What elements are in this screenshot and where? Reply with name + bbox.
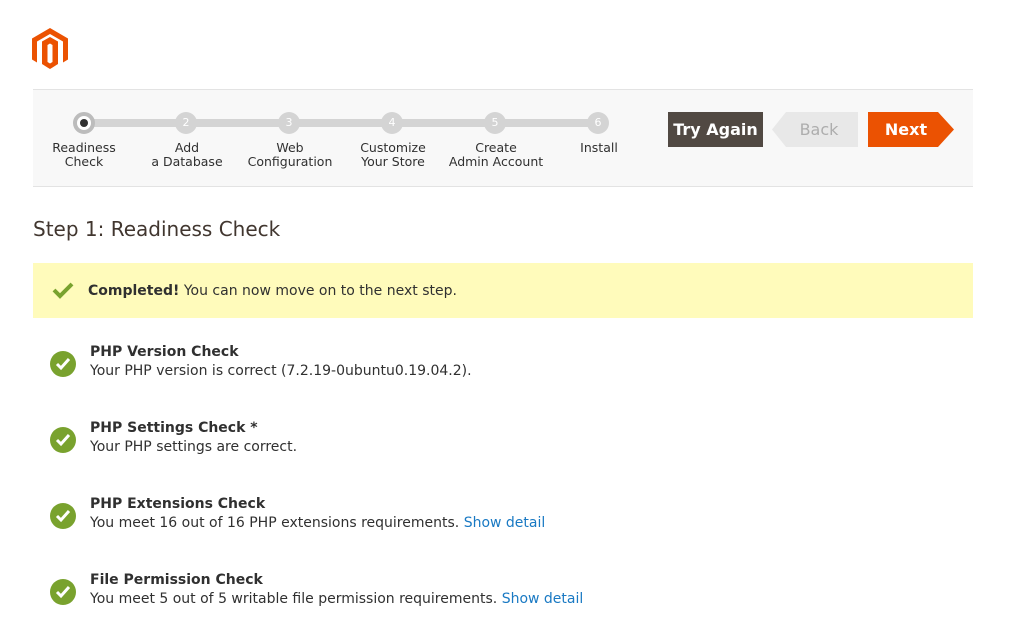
check-title: File Permission Check [90,572,263,588]
step-2-indicator: 2 [175,112,197,134]
check-desc-text: Your PHP settings are correct. [90,439,298,455]
success-check-icon [50,503,76,529]
success-check-icon [50,579,76,605]
step-label-install: Install [580,140,618,155]
step-label-customize: Customize Your Store [360,140,426,169]
step-1-indicator [73,112,95,134]
check-php-settings: PHP Settings Check * Your PHP settings a… [50,420,950,471]
check-description: Your PHP settings are correct. [90,438,297,456]
check-title: PHP Settings Check * [90,420,258,436]
step-label-readiness: Readiness Check [52,140,116,169]
success-check-icon [50,351,76,377]
banner-text: You can now move on to the next step. [179,283,457,299]
step-5-indicator: 5 [484,112,506,134]
check-title: PHP Extensions Check [90,496,266,512]
check-php-extensions: PHP Extensions Check You meet 16 out of … [50,496,950,547]
page-title: Step 1: Readiness Check [33,217,281,241]
step-label-database: Add a Database [151,140,223,169]
check-title: PHP Version Check [90,344,239,360]
step-3-indicator: 3 [278,112,300,134]
try-again-button[interactable]: Try Again [668,112,763,147]
step-4-indicator: 4 [381,112,403,134]
check-description: You meet 5 out of 5 writable file permis… [90,590,583,608]
magento-logo [32,28,68,69]
check-file-permission: File Permission Check You meet 5 out of … [50,572,950,623]
check-description: You meet 16 out of 16 PHP extensions req… [90,514,545,532]
success-check-icon [50,427,76,453]
step-label-web-config: Web Configuration [247,140,333,169]
show-detail-link[interactable]: Show detail [502,591,584,607]
step-label-admin: Create Admin Account [448,140,544,169]
progress-track [84,119,599,127]
check-desc-text: Your PHP version is correct (7.2.19-0ubu… [90,363,472,379]
show-detail-link[interactable]: Show detail [464,515,546,531]
check-description: Your PHP version is correct (7.2.19-0ubu… [90,362,472,380]
checkmark-icon [52,282,74,299]
banner-strong: Completed! [88,283,180,299]
check-php-version: PHP Version Check Your PHP version is co… [50,344,950,395]
check-desc-text: You meet 16 out of 16 PHP extensions req… [90,515,464,531]
next-button[interactable]: Next [868,112,954,147]
check-desc-text: You meet 5 out of 5 writable file permis… [90,591,502,607]
banner-message: Completed! You can now move on to the ne… [88,282,457,300]
back-button[interactable]: Back [772,112,858,147]
step-6-indicator: 6 [587,112,609,134]
